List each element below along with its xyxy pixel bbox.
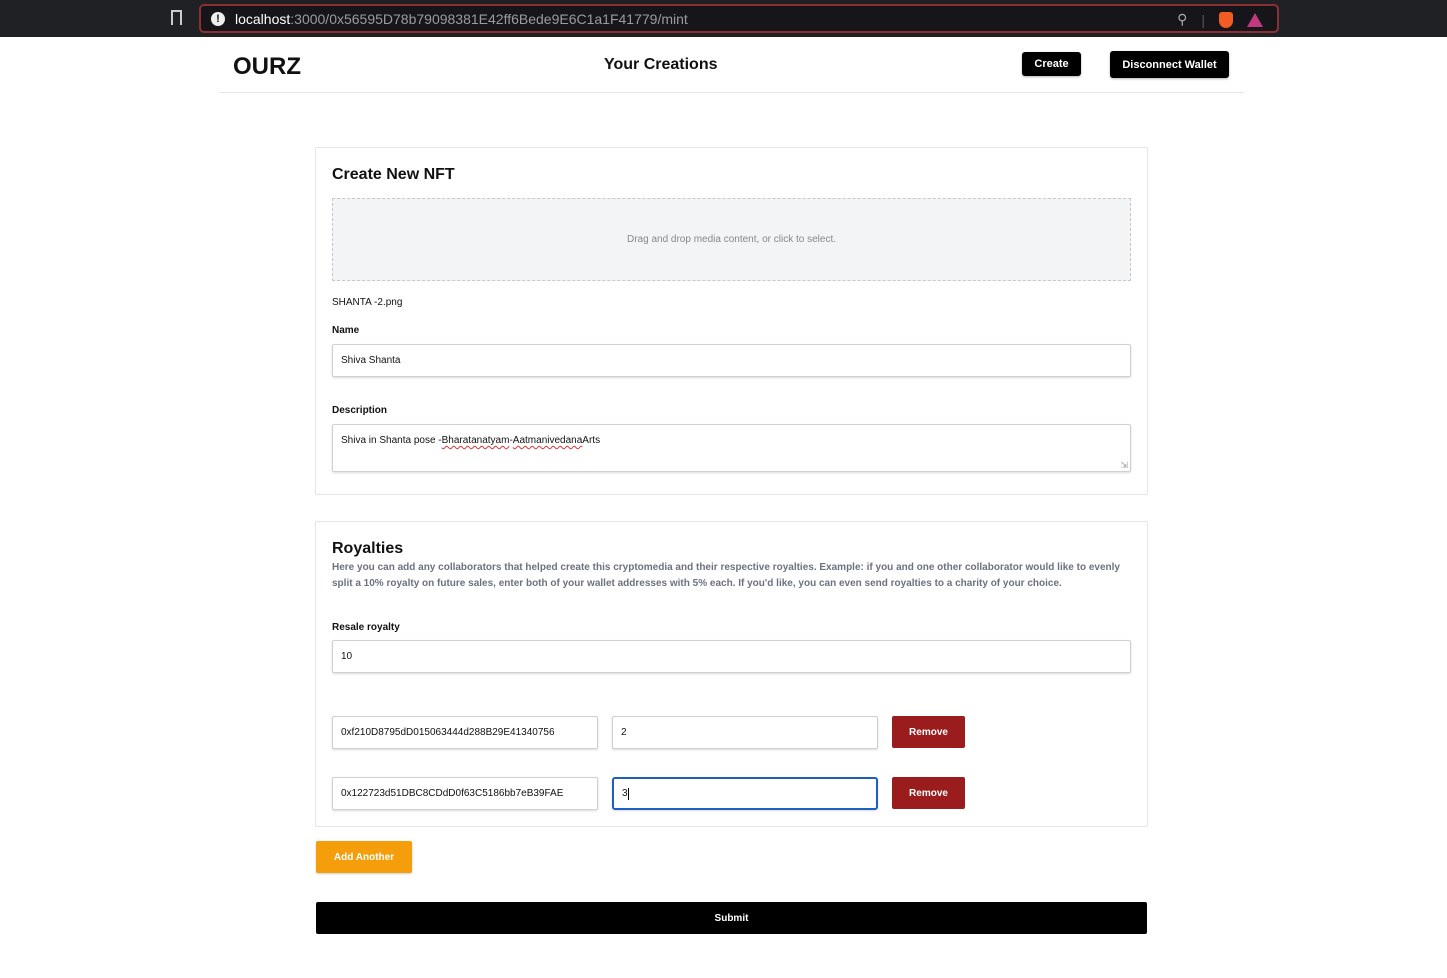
media-dropzone[interactable]: Drag and drop media content, or click to…: [332, 198, 1131, 281]
resale-royalty-input[interactable]: 10: [332, 640, 1131, 673]
url-host: localhost: [235, 10, 291, 27]
add-another-button[interactable]: Add Another: [316, 841, 412, 873]
resize-handle-icon[interactable]: ⇲: [1120, 460, 1128, 471]
disconnect-wallet-button[interactable]: Disconnect Wallet: [1110, 51, 1229, 78]
card-title: Create New NFT: [332, 166, 455, 183]
royalties-title: Royalties: [332, 540, 404, 557]
submit-button[interactable]: Submit: [316, 902, 1147, 934]
royalties-description: Here you can add any collaborators that …: [332, 562, 1120, 589]
zoom-icon[interactable]: ⚲: [1177, 11, 1187, 28]
brave-shield-icon[interactable]: [1219, 11, 1233, 28]
text-cursor: [627, 787, 629, 800]
brave-rewards-icon[interactable]: [1247, 12, 1263, 27]
logo[interactable]: OURZ: [233, 53, 301, 81]
url-path: :3000/0x56595D78b79098381E42ff6Bede9E6C1…: [290, 10, 688, 27]
name-input[interactable]: Shiva Shanta: [332, 344, 1131, 377]
remove-collaborator-button[interactable]: Remove: [892, 777, 965, 809]
nav-your-creations[interactable]: Your Creations: [604, 56, 718, 74]
create-button[interactable]: Create: [1022, 52, 1081, 76]
collaborator-address-input[interactable]: 0x122723d51DBC8CDdD0f63C5186bb7eB39FAE: [332, 777, 598, 810]
name-label: Name: [332, 325, 360, 336]
royalties-card: Royalties Here you can add any collabora…: [315, 521, 1148, 827]
address-bar[interactable]: ! localhost:3000/0x56595D78b79098381E42f…: [199, 4, 1279, 33]
bookmark-icon[interactable]: [171, 10, 182, 25]
description-text: Aatmanivedana: [512, 435, 583, 446]
resale-royalty-label: Resale royalty: [332, 622, 400, 633]
browser-toolbar: ! localhost:3000/0x56595D78b79098381E42f…: [0, 0, 1447, 37]
create-nft-card: Create New NFT Drag and drop media conte…: [315, 147, 1148, 495]
selected-file-name: SHANTA -2.png: [332, 297, 403, 308]
site-header: OURZ Your Creations Create Disconnect Wa…: [219, 37, 1244, 93]
description-text: Arts: [582, 435, 601, 446]
collaborator-share-input[interactable]: 2: [612, 716, 878, 749]
collaborator-share-input[interactable]: 3: [612, 777, 878, 810]
description-text: Shiva in Shanta pose -: [341, 435, 442, 446]
description-textarea[interactable]: Shiva in Shanta pose - Bharatanatyam - A…: [332, 424, 1131, 472]
description-label: Description: [332, 405, 388, 416]
remove-collaborator-button[interactable]: Remove: [892, 716, 965, 748]
collaborator-address-input[interactable]: 0xf210D8795dD015063444d288B29E41340756: [332, 716, 598, 749]
description-text: Bharatanatyam: [441, 435, 510, 446]
info-icon[interactable]: !: [211, 11, 225, 26]
